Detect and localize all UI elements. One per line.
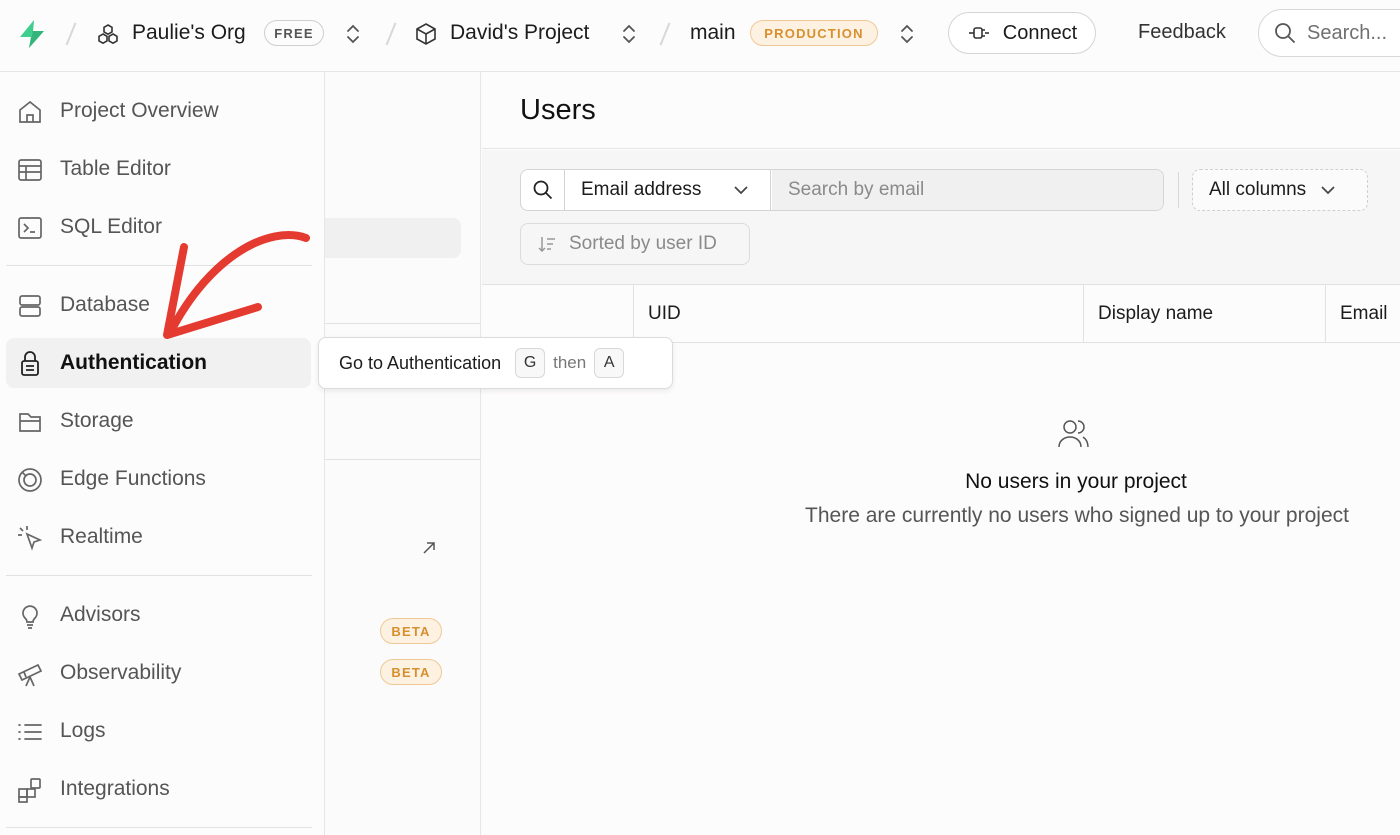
column-header-display-name[interactable]: Display name bbox=[1083, 285, 1325, 342]
email-search-input[interactable]: Search by email bbox=[772, 170, 1163, 210]
list-icon bbox=[16, 718, 44, 746]
sidebar-item-table-editor[interactable]: Table Editor bbox=[6, 144, 311, 194]
telescope-icon bbox=[16, 660, 44, 688]
sidebar-item-integrations[interactable]: Integrations bbox=[6, 764, 311, 814]
org-switcher-chevron-icon[interactable] bbox=[344, 20, 362, 48]
blocks-icon bbox=[16, 776, 44, 804]
home-icon bbox=[16, 98, 44, 126]
sidebar-divider bbox=[6, 575, 312, 576]
sort-label: Sorted by user ID bbox=[569, 233, 717, 254]
globe-icon bbox=[16, 466, 44, 494]
top-bar: Paulie's Org FREE David's Project main P… bbox=[0, 0, 1400, 72]
plan-badge: FREE bbox=[264, 20, 324, 46]
project-name[interactable]: David's Project bbox=[450, 21, 589, 45]
chevron-down-icon bbox=[1320, 183, 1336, 197]
sidebar-item-observability[interactable]: Observability bbox=[6, 648, 311, 698]
sidebar-item-label: Storage bbox=[60, 409, 134, 432]
subpanel-divider bbox=[325, 323, 481, 324]
users-toolbar: Email address Search by email All column… bbox=[482, 150, 1400, 285]
archive-icon bbox=[16, 408, 44, 436]
subpanel-divider bbox=[325, 459, 481, 460]
cursor-click-icon bbox=[16, 524, 44, 552]
shortcut-key: A bbox=[594, 348, 625, 378]
plug-icon bbox=[967, 23, 991, 43]
toolbar-divider bbox=[1178, 172, 1179, 208]
global-search-button[interactable]: Search... bbox=[1258, 9, 1400, 57]
page-title: Users bbox=[520, 94, 596, 126]
sidebar-item-label: Database bbox=[60, 293, 150, 316]
sidebar-item-label: Edge Functions bbox=[60, 467, 206, 490]
main-content: Users Email address Search by email All … bbox=[482, 72, 1400, 835]
sidebar-item-logs[interactable]: Logs bbox=[6, 706, 311, 756]
empty-state-subtitle: There are currently no users who signed … bbox=[805, 504, 1349, 527]
auth-subpanel: BETA BETA bbox=[325, 72, 481, 835]
global-search-placeholder: Search... bbox=[1307, 21, 1388, 44]
sidebar-item-label: Realtime bbox=[60, 525, 143, 548]
users-icon bbox=[1056, 416, 1092, 452]
breadcrumb-separator bbox=[659, 22, 671, 46]
search-icon[interactable] bbox=[521, 170, 565, 210]
breadcrumb-separator bbox=[385, 22, 397, 46]
org-name[interactable]: Paulie's Org bbox=[132, 21, 246, 45]
sidebar-item-label: Table Editor bbox=[60, 157, 171, 180]
user-search-group: Email address Search by email bbox=[520, 169, 1164, 211]
supabase-logo-icon[interactable] bbox=[16, 18, 48, 50]
sidebar-item-label: Authentication bbox=[60, 351, 207, 374]
page-header: Users bbox=[482, 72, 1400, 149]
subpanel-selected-item[interactable] bbox=[325, 218, 461, 258]
branch-switcher-chevron-icon[interactable] bbox=[898, 20, 916, 48]
sidebar-item-storage[interactable]: Storage bbox=[6, 396, 311, 446]
project-box-icon bbox=[414, 22, 438, 46]
search-column-value: Email address bbox=[581, 179, 702, 200]
columns-filter-button[interactable]: All columns bbox=[1192, 169, 1368, 211]
sidebar-item-advisors[interactable]: Advisors bbox=[6, 590, 311, 640]
sidebar-item-label: Logs bbox=[60, 719, 106, 742]
sort-icon bbox=[537, 234, 557, 254]
sidebar-item-label: Advisors bbox=[60, 603, 141, 626]
navigation-tooltip: Go to Authentication G then A bbox=[318, 337, 673, 389]
annotation-arrow-icon bbox=[163, 231, 310, 339]
sidebar-item-label: SQL Editor bbox=[60, 215, 162, 238]
sort-button[interactable]: Sorted by user ID bbox=[520, 223, 750, 265]
search-column-select[interactable]: Email address bbox=[565, 170, 771, 210]
chevron-down-icon bbox=[733, 183, 749, 197]
beta-badge: BETA bbox=[380, 618, 442, 644]
table-icon bbox=[16, 156, 44, 184]
breadcrumb-separator bbox=[65, 22, 77, 46]
database-icon bbox=[16, 292, 44, 320]
sidebar-item-project-overview[interactable]: Project Overview bbox=[6, 86, 311, 136]
lightbulb-icon bbox=[16, 602, 44, 630]
sidebar-item-edge-functions[interactable]: Edge Functions bbox=[6, 454, 311, 504]
external-link-icon[interactable] bbox=[421, 540, 437, 556]
terminal-icon bbox=[16, 214, 44, 242]
sidebar-item-label: Project Overview bbox=[60, 99, 219, 122]
columns-filter-label: All columns bbox=[1209, 179, 1307, 200]
sidebar-item-realtime[interactable]: Realtime bbox=[6, 512, 311, 562]
feedback-link[interactable]: Feedback bbox=[1138, 21, 1226, 44]
sidebar-item-label: Integrations bbox=[60, 777, 170, 800]
empty-state-title: No users in your project bbox=[965, 470, 1187, 493]
lock-icon bbox=[16, 350, 44, 378]
column-header-uid[interactable]: UID bbox=[633, 285, 1083, 342]
environment-badge: PRODUCTION bbox=[750, 20, 878, 46]
project-switcher-chevron-icon[interactable] bbox=[620, 20, 638, 48]
tooltip-text: Go to Authentication bbox=[339, 352, 502, 373]
sidebar-divider bbox=[6, 827, 312, 828]
search-icon bbox=[1273, 21, 1297, 45]
connect-button[interactable]: Connect bbox=[948, 12, 1096, 54]
org-icon bbox=[96, 22, 120, 46]
sidebar: Project Overview Table Editor SQL Editor… bbox=[0, 72, 325, 835]
sidebar-item-label: Observability bbox=[60, 661, 182, 684]
beta-badge: BETA bbox=[380, 659, 442, 685]
shortcut-key: G bbox=[515, 348, 546, 378]
shortcut-then: then bbox=[553, 353, 587, 372]
column-header-email[interactable]: Email bbox=[1325, 285, 1400, 342]
users-table-header: UID Display name Email bbox=[482, 285, 1400, 343]
connect-label: Connect bbox=[1002, 21, 1078, 44]
branch-name[interactable]: main bbox=[690, 21, 736, 45]
